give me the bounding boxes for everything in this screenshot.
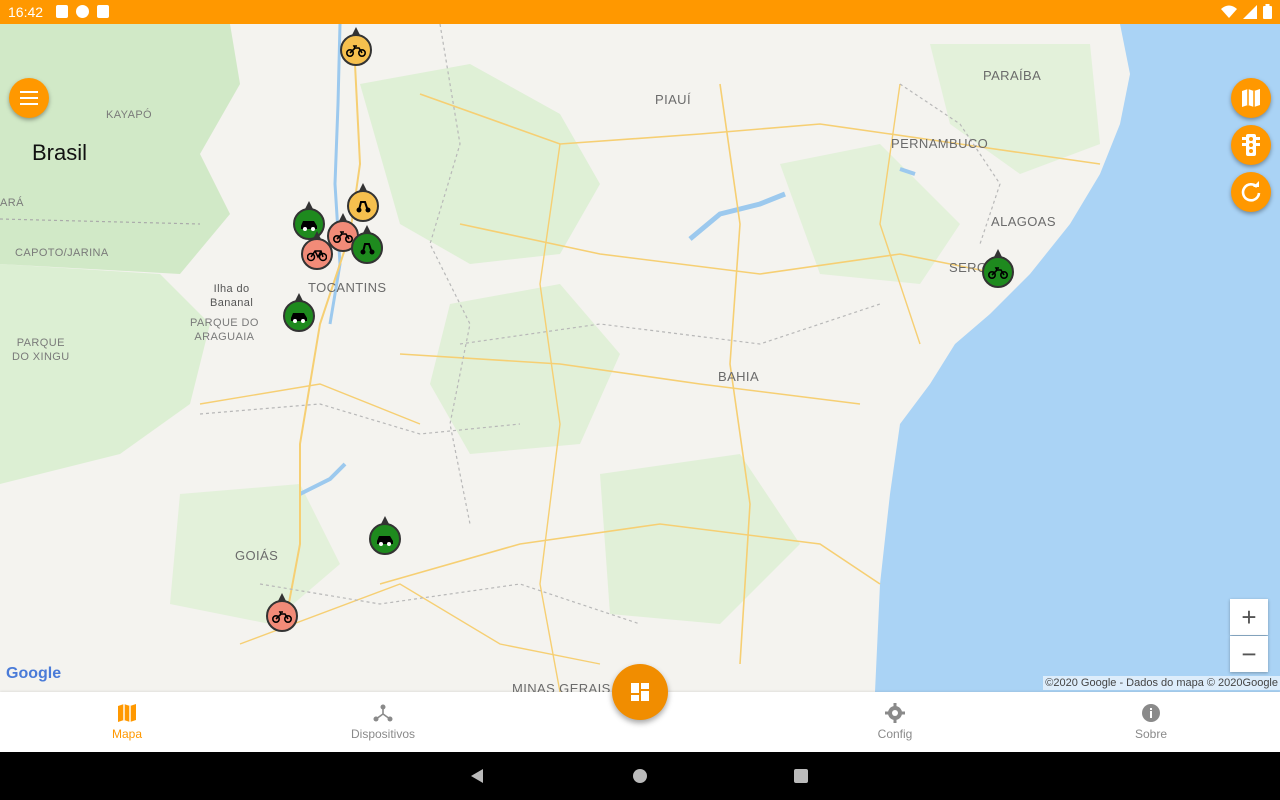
map-label-paraiba: PARAÍBA bbox=[983, 68, 1042, 83]
map-label-minas: MINAS GERAIS bbox=[512, 681, 611, 692]
sd-card-icon bbox=[97, 5, 109, 18]
motorcycle-icon bbox=[333, 231, 353, 243]
vehicle-marker[interactable] bbox=[982, 249, 1014, 288]
nav-item-config[interactable]: Config bbox=[835, 692, 955, 752]
vehicle-marker[interactable] bbox=[369, 516, 401, 555]
traffic-button[interactable] bbox=[1231, 125, 1271, 165]
notification-b-icon bbox=[76, 5, 89, 18]
gear-icon bbox=[885, 703, 905, 723]
car-icon bbox=[291, 313, 307, 323]
vehicle-marker[interactable] bbox=[266, 593, 298, 632]
zoom-in-button[interactable]: + bbox=[1230, 599, 1268, 635]
refresh-button[interactable] bbox=[1231, 172, 1271, 212]
battery-icon bbox=[1263, 4, 1272, 19]
home-button[interactable] bbox=[616, 752, 664, 800]
back-icon bbox=[471, 769, 483, 783]
info-icon bbox=[1142, 704, 1160, 722]
map-base bbox=[0, 24, 1280, 692]
vehicle-marker[interactable] bbox=[301, 231, 333, 270]
map-label-kayapo: KAYAPÓ bbox=[106, 109, 153, 121]
status-time: 16:42 bbox=[8, 4, 44, 20]
nav-label-mapa: Mapa bbox=[111, 727, 143, 741]
vehicle-marker[interactable] bbox=[340, 27, 372, 66]
map-label-piaui: PIAUÍ bbox=[655, 92, 691, 107]
map-label-parque-xingu: PARQUE DO XINGU bbox=[12, 337, 70, 363]
back-button[interactable] bbox=[453, 752, 501, 800]
system-navigation-bar bbox=[0, 752, 1280, 800]
refresh-icon bbox=[1241, 181, 1261, 202]
bicycle-icon bbox=[307, 250, 327, 262]
recents-icon bbox=[794, 769, 808, 783]
map-attribution: ©2020 Google - Dados do mapa © 2020Googl… bbox=[1043, 676, 1280, 690]
map-label-tocantins: TOCANTINS bbox=[308, 280, 387, 295]
scooter-icon bbox=[360, 243, 375, 255]
scooter-icon bbox=[356, 201, 371, 213]
notification-a-icon bbox=[56, 5, 68, 18]
map-layers-icon bbox=[1242, 89, 1260, 107]
vehicle-marker[interactable] bbox=[351, 225, 383, 264]
map-label-goias: GOIÁS bbox=[235, 548, 279, 563]
wifi-icon bbox=[1221, 5, 1237, 18]
nav-label-config: Config bbox=[877, 727, 913, 741]
nav-label-sobre: Sobre bbox=[1134, 727, 1168, 741]
map-icon bbox=[118, 704, 136, 722]
google-logo: Google bbox=[6, 665, 62, 682]
home-icon bbox=[633, 769, 647, 783]
vehicle-marker[interactable] bbox=[283, 293, 315, 332]
motorcycle-icon bbox=[346, 45, 366, 57]
status-right bbox=[1221, 4, 1272, 19]
hamburger-icon bbox=[20, 91, 38, 105]
map-layers-button[interactable] bbox=[1231, 78, 1271, 118]
map-label-parque-araguaia: PARQUE DO ARAGUAIA bbox=[190, 317, 259, 343]
nav-item-sobre[interactable]: Sobre bbox=[1091, 692, 1211, 752]
map-label-alagoas: ALAGOAS bbox=[991, 214, 1056, 229]
zoom-out-button[interactable]: − bbox=[1230, 636, 1268, 672]
map-label-pernambuco: PERNAMBUCO bbox=[891, 136, 989, 151]
devices-icon bbox=[373, 704, 393, 722]
status-icons bbox=[56, 5, 109, 18]
car-icon bbox=[301, 221, 317, 231]
vehicle-marker[interactable] bbox=[347, 183, 379, 222]
dashboard-icon bbox=[631, 683, 649, 701]
car-icon bbox=[377, 536, 393, 546]
motorcycle-icon bbox=[272, 611, 292, 623]
dashboard-button[interactable] bbox=[612, 664, 668, 720]
recents-button[interactable] bbox=[777, 752, 825, 800]
map-label-capoto: CAPOTO/JARINA bbox=[15, 247, 109, 259]
map-label-bahia: BAHIA bbox=[718, 369, 760, 384]
menu-button[interactable] bbox=[9, 78, 49, 118]
traffic-light-icon bbox=[1242, 134, 1260, 156]
nav-label-dispositivos: Dispositivos bbox=[350, 727, 416, 741]
map-label-ilha: Ilha do Bananal bbox=[210, 283, 254, 309]
map-label-country: Brasil bbox=[32, 140, 88, 165]
nav-item-mapa[interactable]: Mapa bbox=[67, 692, 187, 752]
motorcycle-icon bbox=[988, 267, 1008, 279]
map-label-ara: ARÁ bbox=[0, 197, 24, 209]
nav-item-dispositivos[interactable]: Dispositivos bbox=[323, 692, 443, 752]
map-view[interactable]: Brasil KAYAPÓ ARÁ CAPOTO/JARINA Ilha do B… bbox=[0, 24, 1280, 692]
status-bar: 16:42 bbox=[0, 0, 1280, 24]
signal-icon bbox=[1243, 4, 1257, 19]
